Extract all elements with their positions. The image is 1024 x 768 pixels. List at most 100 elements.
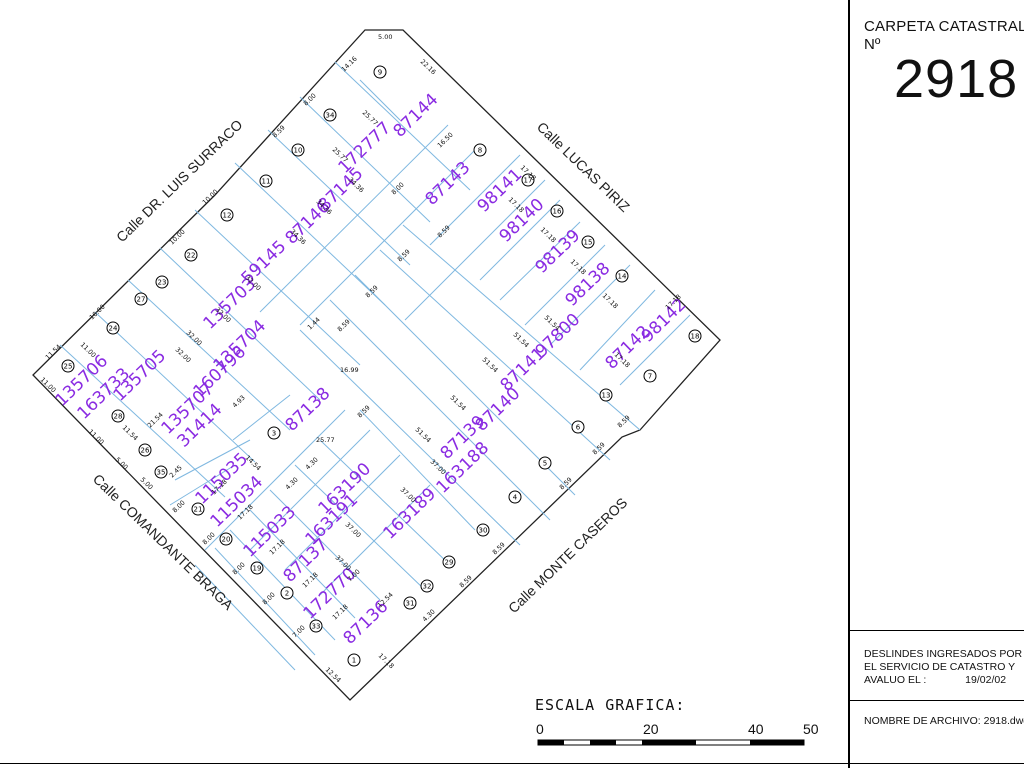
lot-number: 23	[158, 279, 167, 287]
lot-number: 28	[114, 413, 123, 421]
dimension-label: 7.00	[291, 624, 307, 640]
dimension-label: 8.00	[302, 92, 318, 108]
dimension-label: 10.00	[168, 228, 187, 247]
lot-number: 3	[272, 430, 276, 438]
dimension-label: 5.00	[114, 456, 130, 472]
street-label-piriz: Calle LUCAS PIRIZ	[534, 119, 633, 216]
dimension-label: 8.00	[390, 181, 406, 197]
lot-number: 27	[137, 296, 146, 304]
dimension-label: 8.00	[201, 531, 217, 547]
dimension-labels: 5.00 22.16 14.16 8.00 25.77 8.59 16.50 2…	[39, 33, 683, 684]
dimension-label: 8.00	[171, 499, 187, 515]
scale-tick-label: 40	[748, 721, 764, 737]
lot-number: 1	[352, 657, 356, 665]
lot-number: 4	[513, 494, 518, 502]
parcel-label: 87138	[282, 384, 335, 436]
lot-number: 24	[109, 325, 118, 333]
lot-number: 33	[312, 623, 321, 631]
lot-number: 7	[648, 373, 652, 381]
lot-number: 18	[691, 333, 700, 341]
lot-number: 20	[222, 536, 231, 544]
lot-number: 10	[294, 147, 303, 155]
deslindes-line-2: EL SERVICIO DE CATASTRO Y	[864, 661, 1016, 673]
parcel-label: 87141	[497, 344, 550, 396]
dimension-label: 11.00	[39, 376, 58, 395]
graphic-scale: ESCALA GRAFICA: 0 20 40 50	[535, 696, 819, 746]
dimension-label: 10.00	[201, 188, 220, 207]
dimension-label: 8.59	[396, 248, 412, 264]
dimension-label: 17.18	[377, 652, 396, 671]
dimension-label: 4.93	[231, 394, 247, 410]
dimension-label: 16.99	[340, 366, 359, 374]
lot-number: 14	[618, 273, 627, 281]
lot-number: 5	[543, 460, 547, 468]
lot-number: 13	[602, 392, 611, 400]
title-block: CARPETA CATASTRAL Nº 2918 DESLINDES INGR…	[848, 0, 1024, 768]
dimension-label: 8.59	[558, 476, 574, 492]
street-label-surraco: Calle DR. LUIS SURRACO	[113, 116, 246, 245]
dimension-label: 11.54	[121, 424, 140, 443]
street-label-caseros: Calle MONTE CASEROS	[505, 494, 630, 616]
dimension-label: 51.54	[481, 356, 500, 375]
lot-number: 11	[262, 178, 271, 186]
avaluo-label: AVALUO EL :	[864, 674, 927, 686]
dimension-label: 8.59	[356, 404, 372, 420]
frame-bottom-line	[0, 763, 1024, 764]
dimension-label: 11.00	[87, 428, 106, 447]
lot-number: 32	[423, 583, 432, 591]
lot-number: 31	[406, 600, 415, 608]
dimension-label: 32.00	[185, 329, 204, 348]
lot-number: 16	[553, 208, 562, 216]
dimension-label: 17.18	[601, 292, 620, 311]
carpeta-number: 2918	[894, 49, 1019, 109]
dimension-label: 4.30	[304, 456, 320, 472]
dimension-label: 37.00	[344, 521, 363, 540]
parcel-label: 172777	[335, 118, 396, 177]
divider	[850, 630, 1024, 631]
lot-number: 30	[479, 527, 488, 535]
dimension-label: 17.18	[331, 603, 350, 622]
lot-number: 35	[157, 469, 166, 477]
dimension-label: 8.00	[261, 591, 277, 607]
scale-tick-label: 50	[803, 721, 819, 737]
parcel-label: 87143	[422, 158, 475, 210]
archivo-label: NOMBRE DE ARCHIVO: 2918.dwg	[864, 715, 1024, 727]
lot-number: 12	[223, 212, 232, 220]
scale-title: ESCALA GRAFICA:	[535, 696, 685, 714]
dimension-label: 8.59	[491, 541, 507, 557]
cadastral-map: Calle DR. LUIS SURRACO Calle LUCAS PIRIZ…	[32, 29, 819, 746]
avaluo-date: 19/02/02	[965, 674, 1007, 686]
scale-tick-label: 20	[643, 721, 659, 737]
dimension-label: 16.50	[436, 131, 455, 150]
dimension-label: 14.16	[340, 55, 359, 74]
dimension-label: 8.00	[231, 561, 247, 577]
divider	[850, 700, 1024, 701]
dimension-label: 4.30	[284, 476, 300, 492]
dimension-label: 25.77	[316, 436, 335, 444]
lot-number: 29	[445, 559, 454, 567]
dimension-label: 51.54	[449, 394, 468, 413]
dimension-label: 8.59	[271, 124, 287, 140]
lot-number: 26	[141, 447, 150, 455]
lot-number: 19	[253, 565, 262, 573]
dimension-label: 5.00	[378, 33, 392, 41]
lot-number: 34	[326, 112, 335, 120]
dimension-label: 1.44	[306, 316, 322, 332]
dimension-label: 8.59	[458, 574, 474, 590]
scale-tick-label: 0	[536, 721, 544, 737]
lot-number: 21	[194, 506, 203, 514]
lot-number: 6	[576, 424, 581, 432]
carpeta-label: CARPETA CATASTRAL	[864, 18, 1024, 35]
dimension-label: 4.30	[421, 608, 437, 624]
lot-number: 2	[285, 590, 289, 598]
avaluo-row: AVALUO EL : 19/02/02	[864, 674, 1006, 687]
lot-number: 8	[478, 147, 482, 155]
lot-number: 22	[187, 252, 196, 260]
parcel-label: 87144	[390, 90, 443, 142]
lot-number: 25	[64, 363, 73, 371]
dimension-label: 8.59	[616, 414, 632, 430]
dimension-label: 51.54	[414, 426, 433, 445]
number-label: Nº	[864, 36, 881, 53]
lot-number: 9	[378, 69, 382, 77]
lot-number: 15	[584, 239, 593, 247]
